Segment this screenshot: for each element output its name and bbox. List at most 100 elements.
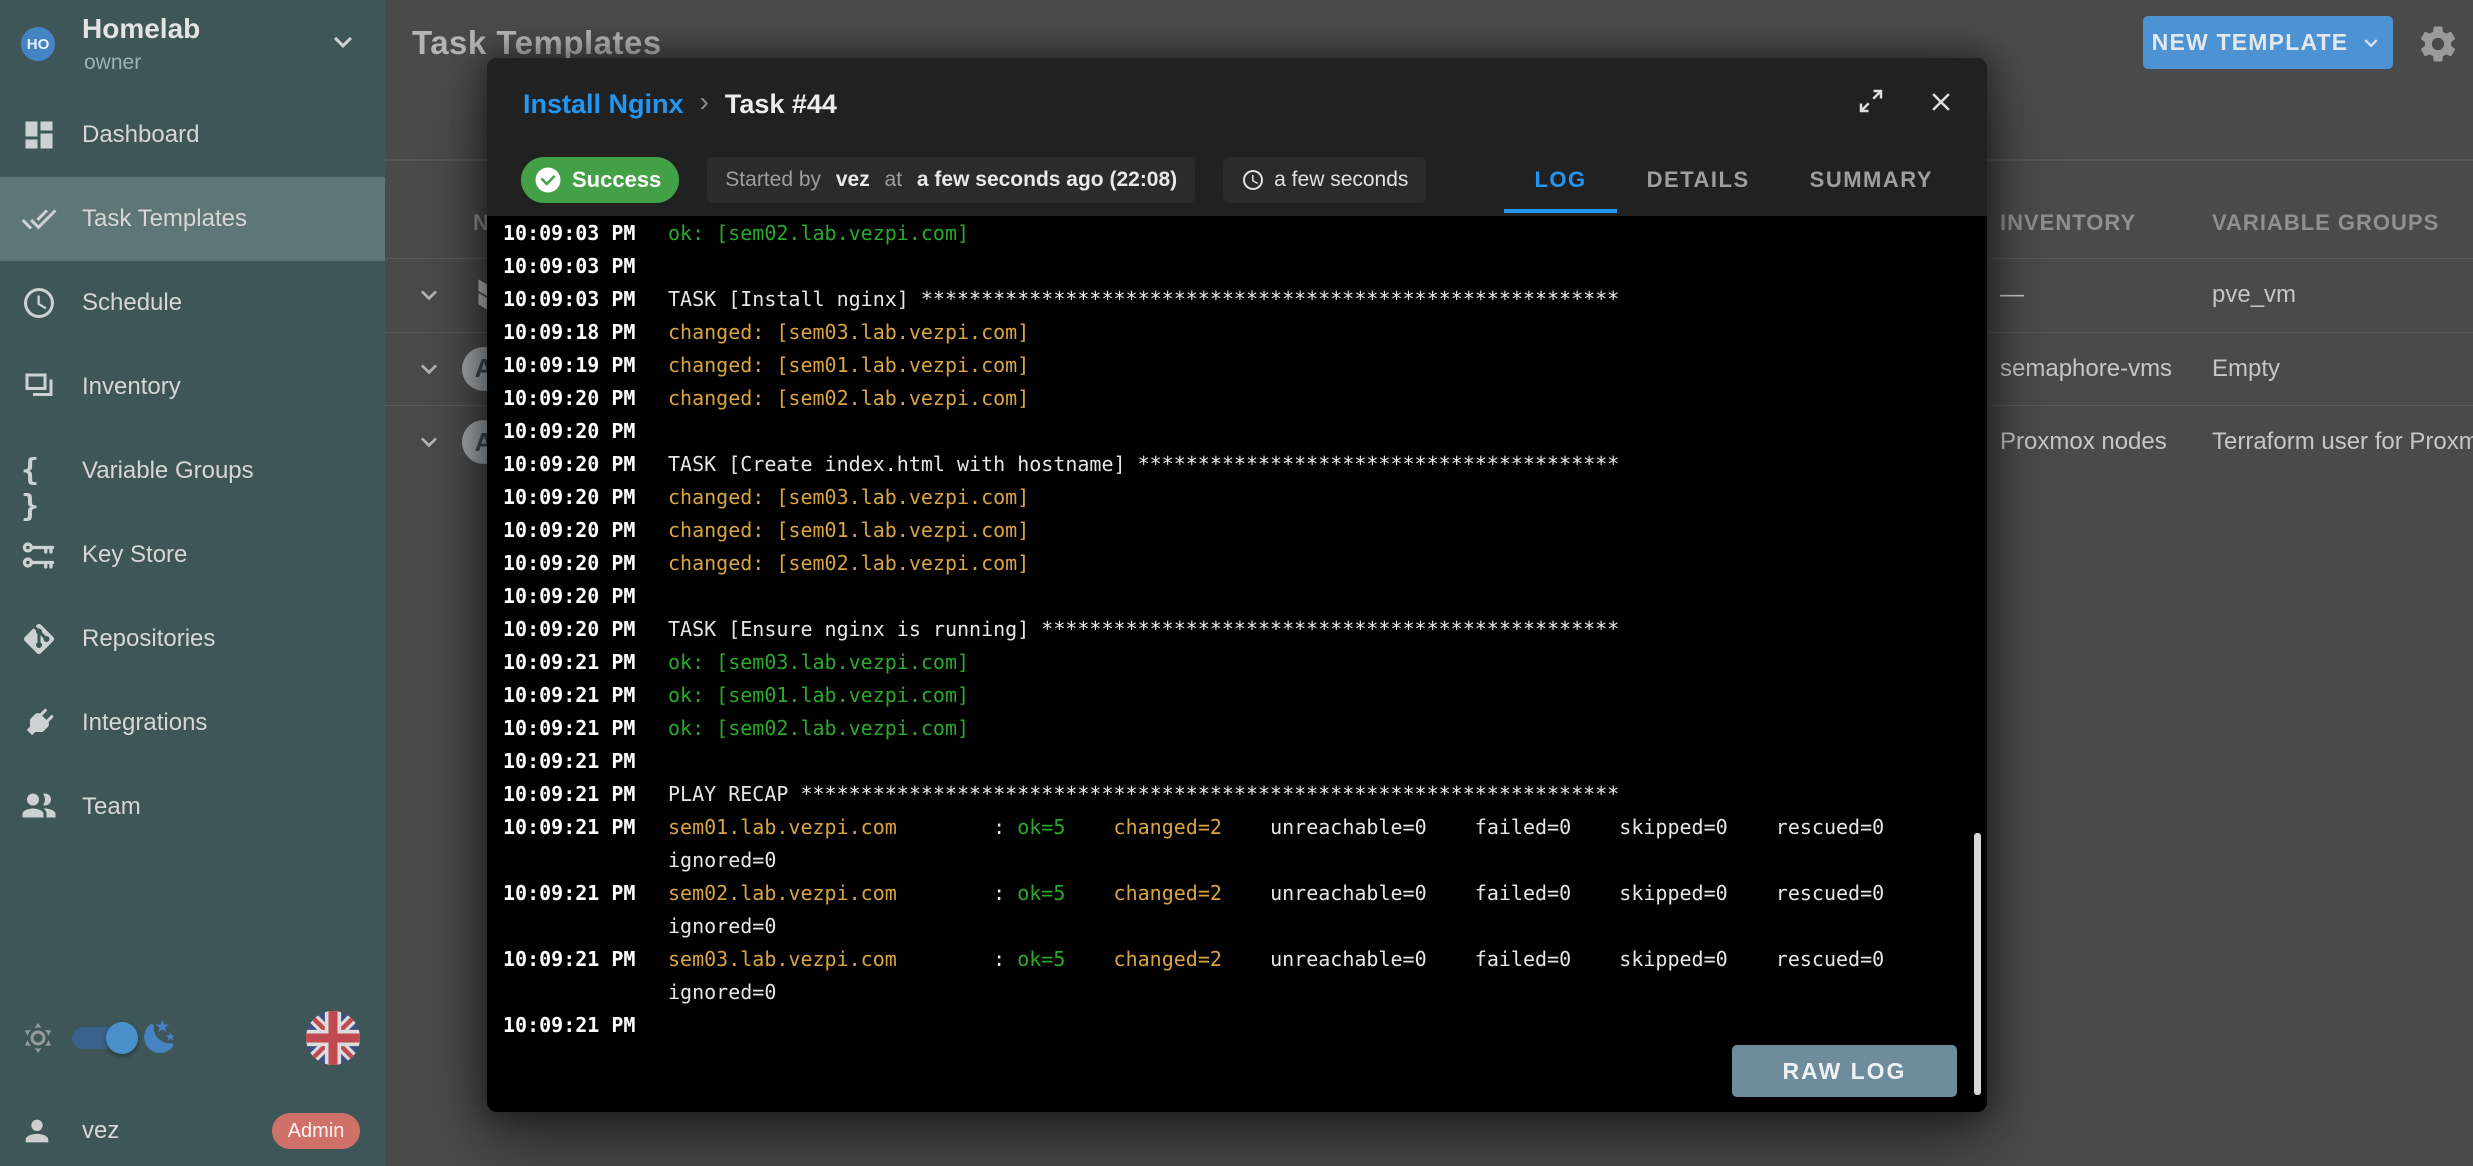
chevron-down-icon[interactable] — [413, 426, 445, 458]
log-line: 10:09:21 PM — [503, 1009, 1987, 1042]
team-icon — [21, 789, 57, 825]
log-timestamp: 10:09:21 PM — [503, 811, 668, 844]
log-line: 10:09:21 PMok: [sem02.lab.vezpi.com] — [503, 712, 1987, 745]
sidebar-item-label: Repositories — [82, 625, 215, 653]
theme-toggle[interactable] — [72, 1027, 134, 1049]
template-link[interactable]: Install Nginx — [523, 89, 684, 120]
log-timestamp — [503, 910, 668, 943]
started-info-text: vez — [836, 168, 870, 192]
log-message: ok: [sem03.lab.vezpi.com] — [668, 646, 969, 679]
log-timestamp: 10:09:20 PM — [503, 580, 668, 613]
sidebar-item-dashboard[interactable]: Dashboard — [0, 93, 385, 177]
modal-tab-details[interactable]: DETAILS — [1617, 58, 1780, 216]
team-role: owner — [84, 51, 141, 75]
sidebar-item-label: Key Store — [82, 541, 187, 569]
braces-icon: { } — [21, 453, 57, 489]
log-timestamp: 10:09:20 PM — [503, 514, 668, 547]
log-timestamp: 10:09:03 PM — [503, 250, 668, 283]
log-message: sem01.lab.vezpi.com : ok=5 changed=2 unr… — [668, 811, 1884, 844]
sidebar-item-label: Variable Groups — [82, 457, 254, 485]
cell-inventory: semaphore-vms — [2000, 355, 2172, 383]
log-line: ignored=0 — [503, 844, 1987, 877]
log-line: 10:09:20 PM — [503, 415, 1987, 448]
log-line: 10:09:21 PMok: [sem01.lab.vezpi.com] — [503, 679, 1987, 712]
log-timestamp: 10:09:21 PM — [503, 1009, 668, 1042]
duration-label: a few seconds — [1274, 168, 1408, 192]
log-line: 10:09:03 PMok: [sem02.lab.vezpi.com] — [503, 217, 1987, 250]
sidebar-item-label: Dashboard — [82, 121, 199, 149]
log-message: changed: [sem02.lab.vezpi.com] — [668, 382, 1029, 415]
theme-row — [0, 1004, 385, 1072]
sidebar-item-schedule[interactable]: Schedule — [0, 261, 385, 345]
moon-icon — [141, 1018, 179, 1056]
cell-variable-groups: Empty — [2212, 355, 2280, 383]
log-message: ignored=0 — [668, 844, 776, 877]
sidebar-item-label: Task Templates — [82, 205, 247, 233]
modal-tab-summary[interactable]: SUMMARY — [1780, 58, 1963, 216]
log-line: 10:09:21 PMsem01.lab.vezpi.com : ok=5 ch… — [503, 811, 1987, 844]
sidebar-item-inventory[interactable]: Inventory — [0, 345, 385, 429]
check-circle-icon — [533, 165, 563, 195]
clock-icon — [1241, 168, 1265, 192]
sidebar-item-task-templates[interactable]: Task Templates — [0, 177, 385, 261]
team-avatar: HO — [21, 27, 55, 61]
sidebar-item-variable-groups[interactable]: { } Variable Groups — [0, 429, 385, 513]
log-timestamp: 10:09:03 PM — [503, 283, 668, 316]
dashboard-icon — [21, 117, 57, 153]
sidebar-item-key-store[interactable]: Key Store — [0, 513, 385, 597]
started-info-text: Started by — [725, 168, 827, 192]
chevron-down-icon[interactable] — [413, 279, 445, 311]
sidebar-item-label: Schedule — [82, 289, 182, 317]
raw-log-button[interactable]: RAW LOG — [1732, 1045, 1957, 1097]
status-badge: Success — [521, 157, 679, 203]
log-scrollbar-thumb[interactable] — [1974, 833, 1981, 1095]
check-all-icon — [21, 201, 57, 237]
log-line: 10:09:21 PMsem02.lab.vezpi.com : ok=5 ch… — [503, 877, 1987, 910]
sun-icon — [20, 1020, 56, 1056]
log-line: ignored=0 — [503, 910, 1987, 943]
log-timestamp: 10:09:21 PM — [503, 679, 668, 712]
log-message: ok: [sem01.lab.vezpi.com] — [668, 679, 969, 712]
log-message: ok: [sem02.lab.vezpi.com] — [668, 217, 969, 250]
log-message: ignored=0 — [668, 910, 776, 943]
team-switcher[interactable]: HO Homelab owner — [0, 0, 385, 93]
log-line: 10:09:18 PMchanged: [sem03.lab.vezpi.com… — [503, 316, 1987, 349]
cell-variable-groups: pve_vm — [2212, 281, 2296, 309]
uk-flag-icon[interactable] — [306, 1011, 360, 1065]
log-timestamp: 10:09:21 PM — [503, 646, 668, 679]
chevron-down-icon[interactable] — [413, 353, 445, 385]
started-info-text: a few seconds ago (22:08) — [917, 168, 1177, 192]
log-message: changed: [sem01.lab.vezpi.com] — [668, 349, 1029, 382]
new-template-button[interactable]: NEW TEMPLATE — [2143, 16, 2393, 69]
log-message: changed: [sem03.lab.vezpi.com] — [668, 481, 1029, 514]
log-timestamp: 10:09:03 PM — [503, 217, 668, 250]
sidebar-nav: Dashboard Task Templates Schedule Inventory… — [0, 93, 385, 849]
log-message: changed: [sem01.lab.vezpi.com] — [668, 514, 1029, 547]
breadcrumb: Install Nginx › Task #44 — [523, 84, 837, 124]
column-header-variable-groups: VARIABLE GROUPS — [2212, 210, 2439, 236]
toggle-knob — [106, 1022, 138, 1054]
log-line: 10:09:03 PM — [503, 250, 1987, 283]
log-timestamp: 10:09:20 PM — [503, 448, 668, 481]
started-info-text: at — [879, 168, 908, 192]
sidebar-item-label: Team — [82, 793, 141, 821]
log-timestamp: 10:09:20 PM — [503, 382, 668, 415]
modal-tab-log[interactable]: LOG — [1504, 58, 1616, 216]
log-timestamp: 10:09:19 PM — [503, 349, 668, 382]
sidebar-item-repositories[interactable]: Repositories — [0, 597, 385, 681]
log-line: 10:09:20 PMchanged: [sem01.lab.vezpi.com… — [503, 514, 1987, 547]
task-title: Task #44 — [725, 89, 837, 120]
log-message: changed: [sem02.lab.vezpi.com] — [668, 547, 1029, 580]
new-template-label: NEW TEMPLATE — [2152, 29, 2349, 56]
log-line: 10:09:19 PMchanged: [sem01.lab.vezpi.com… — [503, 349, 1987, 382]
gear-icon[interactable] — [2417, 23, 2459, 65]
sidebar-item-team[interactable]: Team — [0, 765, 385, 849]
team-name: Homelab — [82, 13, 200, 45]
log-message: sem02.lab.vezpi.com : ok=5 changed=2 unr… — [668, 877, 1884, 910]
user-row[interactable]: vez Admin — [0, 1106, 385, 1158]
log-line: 10:09:20 PMchanged: [sem03.lab.vezpi.com… — [503, 481, 1987, 514]
sidebar-item-integrations[interactable]: Integrations — [0, 681, 385, 765]
monitor-icon — [21, 369, 57, 405]
sidebar: HO Homelab owner Dashboard Task Templates… — [0, 0, 385, 1166]
app-root: Task Templates ALL NAME INVENTORY VARIAB… — [0, 0, 2473, 1166]
